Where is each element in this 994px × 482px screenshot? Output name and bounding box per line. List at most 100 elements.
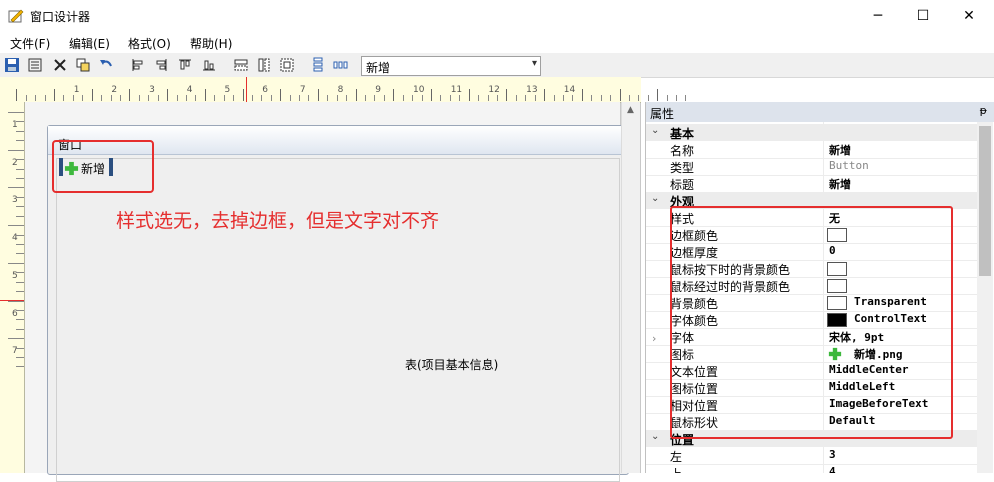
ruler-minor-tick bbox=[16, 319, 24, 321]
ruler-minor-tick bbox=[402, 95, 404, 101]
property-row[interactable]: 标题 新增 bbox=[646, 175, 978, 193]
pin-icon[interactable]: ᵽ bbox=[980, 104, 987, 117]
minimize-button[interactable]: ─ bbox=[855, 0, 901, 32]
ruler-minor-tick bbox=[299, 95, 301, 101]
form-list-icon[interactable] bbox=[27, 57, 43, 73]
ruler-minor-tick bbox=[628, 95, 630, 101]
ruler-minor-tick bbox=[214, 95, 216, 101]
ruler-minor-tick bbox=[459, 95, 461, 101]
ruler-label: 6 bbox=[262, 85, 268, 95]
horizontal-spacing-icon[interactable] bbox=[333, 57, 349, 73]
ruler-tick bbox=[242, 89, 244, 101]
ruler-cursor-marker bbox=[246, 77, 247, 102]
designer-scrollbar[interactable]: ▲ bbox=[621, 102, 640, 473]
ruler-minor-tick bbox=[261, 95, 263, 101]
window-title: 窗口设计器 bbox=[30, 10, 91, 24]
property-name: 上 bbox=[670, 465, 682, 473]
ruler-minor-tick bbox=[176, 95, 178, 101]
ruler-minor-tick bbox=[16, 291, 24, 293]
property-name: 类型 bbox=[670, 161, 695, 175]
property-value: 新增 bbox=[829, 178, 851, 191]
ruler-tick bbox=[204, 89, 206, 101]
delete-icon[interactable] bbox=[52, 57, 68, 73]
property-row[interactable]: 类型 Button bbox=[646, 158, 978, 176]
ruler-minor-tick bbox=[374, 95, 376, 101]
save-icon[interactable] bbox=[4, 57, 20, 73]
ruler-minor-tick bbox=[308, 95, 310, 101]
app-icon bbox=[8, 9, 24, 23]
ruler-label: 4 bbox=[186, 85, 193, 95]
maximize-button[interactable]: ☐ bbox=[900, 0, 946, 32]
ruler-tick bbox=[657, 89, 659, 101]
collapse-icon[interactable]: ⌄ bbox=[651, 193, 659, 204]
menu-file[interactable]: 文件(F) bbox=[10, 35, 50, 52]
menu-edit[interactable]: 编辑(E) bbox=[69, 35, 110, 52]
ruler-minor-tick bbox=[251, 95, 253, 101]
same-height-icon[interactable] bbox=[256, 57, 272, 73]
same-width-icon[interactable] bbox=[233, 57, 249, 73]
ruler-minor-tick bbox=[16, 159, 24, 161]
align-bottom-icon[interactable] bbox=[201, 57, 217, 73]
menu-format[interactable]: 格式(O) bbox=[128, 35, 171, 52]
collapse-icon[interactable]: ⌄ bbox=[651, 125, 659, 136]
align-top-icon[interactable] bbox=[177, 57, 193, 73]
same-size-icon[interactable] bbox=[279, 57, 295, 73]
scroll-up-icon[interactable]: ▲ bbox=[627, 105, 634, 115]
collapse-icon[interactable]: ⌄ bbox=[651, 431, 659, 442]
ruler-minor-tick bbox=[233, 95, 235, 101]
align-left-icon[interactable] bbox=[130, 57, 146, 73]
ruler-minor-tick bbox=[421, 95, 423, 101]
ruler-minor-tick bbox=[336, 95, 338, 101]
ruler-minor-tick bbox=[327, 95, 329, 101]
property-scrollbar[interactable] bbox=[977, 122, 993, 473]
button-highlight-box bbox=[52, 140, 154, 193]
ruler-minor-tick bbox=[685, 95, 687, 101]
menu-help[interactable]: 帮助(H) bbox=[190, 35, 232, 52]
ruler-minor-tick bbox=[478, 95, 480, 101]
table-label: 表(项目基本信息) bbox=[405, 358, 499, 372]
property-value: 3 bbox=[829, 448, 836, 461]
ruler-minor-tick bbox=[148, 95, 150, 101]
ruler-minor-tick bbox=[110, 95, 112, 101]
align-right-icon[interactable] bbox=[153, 57, 169, 73]
ruler-tick bbox=[280, 89, 282, 101]
property-row[interactable]: 左3 bbox=[646, 447, 978, 465]
undo-icon[interactable] bbox=[98, 57, 114, 73]
scroll-thumb[interactable] bbox=[979, 126, 991, 276]
control-selector-dropdown[interactable]: 新增 ▾ bbox=[361, 56, 541, 76]
ruler-minor-tick bbox=[647, 95, 649, 101]
ruler-minor-tick bbox=[16, 177, 24, 179]
ruler-minor-tick bbox=[534, 95, 536, 101]
ruler-minor-tick bbox=[16, 206, 24, 208]
control-selector-value: 新增 bbox=[366, 61, 391, 75]
copy-icon[interactable] bbox=[75, 57, 91, 73]
ruler-label: 7 bbox=[299, 85, 306, 95]
ruler-minor-tick bbox=[82, 95, 84, 101]
ruler-minor-tick bbox=[101, 95, 103, 101]
category-label: 基本 bbox=[670, 127, 695, 141]
ruler-minor-tick bbox=[16, 215, 24, 217]
ruler-label: 1 bbox=[73, 85, 80, 95]
ruler-minor-tick bbox=[8, 187, 24, 189]
ruler-tick bbox=[506, 89, 508, 101]
horizontal-ruler: 1 2 3 4 5 6 7 8 9 10 11 12 13 14 bbox=[0, 77, 687, 103]
ruler-minor-tick bbox=[270, 95, 272, 101]
property-row[interactable]: 上4 bbox=[646, 464, 978, 473]
ruler-minor-tick bbox=[16, 281, 24, 283]
menu-bar: 文件(F) 编辑(E) 格式(O) 帮助(H) bbox=[0, 32, 994, 52]
ruler-minor-tick bbox=[157, 95, 159, 101]
ruler-minor-tick bbox=[16, 357, 24, 359]
category-basic[interactable]: ⌄ 基本 bbox=[646, 124, 978, 141]
ruler-minor-tick bbox=[16, 196, 24, 198]
ruler-minor-tick bbox=[8, 112, 24, 113]
chevron-down-icon[interactable]: ▾ bbox=[532, 58, 537, 69]
vertical-spacing-icon[interactable] bbox=[310, 57, 326, 73]
ruler-tick bbox=[544, 89, 546, 101]
property-name: 名称 bbox=[670, 144, 695, 158]
property-row[interactable]: 名称 新增 bbox=[646, 141, 978, 159]
ruler-minor-tick bbox=[16, 309, 24, 311]
ruler-minor-tick bbox=[63, 95, 65, 101]
ruler-tick bbox=[16, 89, 18, 101]
ruler-label: 9 bbox=[375, 85, 382, 95]
close-button[interactable]: ✕ bbox=[946, 0, 992, 32]
